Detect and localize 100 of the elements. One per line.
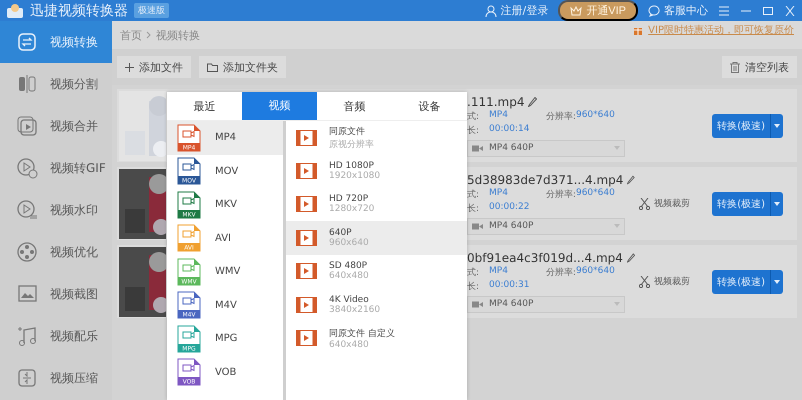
preset-item[interactable]: 640P 960x640 — [286, 221, 467, 255]
caret-icon — [774, 202, 780, 206]
preset-resolution: 1280x720 — [329, 204, 374, 214]
preset-title: HD 1080P — [329, 161, 374, 172]
output-format-select[interactable]: MP4 640P — [467, 296, 625, 312]
caret-icon — [774, 280, 780, 284]
preset-title: 同原文件 自定义 — [329, 328, 395, 340]
split-icon — [16, 73, 38, 95]
add-file-button[interactable]: 添加文件 — [117, 56, 191, 78]
compress-icon — [16, 367, 38, 389]
sidebar-item[interactable]: 视频压缩 — [0, 357, 112, 399]
duration-value: 00:00:14 — [489, 124, 530, 136]
swap-icon — [16, 31, 38, 53]
format-tab[interactable]: 设备 — [392, 92, 467, 120]
sidebar-item[interactable]: 视频配乐 — [0, 315, 112, 357]
sidebar-item[interactable]: 视频转换 — [0, 21, 112, 63]
convert-button[interactable]: 转换(极速) — [712, 192, 770, 216]
trim-link[interactable]: 视频裁剪 — [639, 275, 711, 288]
duration-value: 00:00:22 — [489, 202, 530, 214]
sidebar-item[interactable]: 视频转GIF — [0, 147, 112, 189]
file-name: 0bf91ea4c3f019d...4.mp4 — [467, 250, 623, 264]
music-note-icon — [16, 325, 38, 347]
app-title: 迅捷视频转换器 — [30, 2, 128, 20]
preset-item[interactable]: 同原文件 自定义 640x480 — [286, 321, 467, 355]
convert-button[interactable]: 转换(极速) — [712, 270, 770, 294]
convert-menu-button[interactable] — [770, 270, 783, 294]
gift-icon — [633, 25, 644, 35]
duration-label: 长: — [467, 124, 480, 136]
play-icon — [16, 115, 38, 137]
menu-icon[interactable] — [718, 6, 730, 16]
preset-title: 同原文件 — [329, 126, 366, 138]
format-value: MP4 — [489, 188, 508, 200]
add-folder-button[interactable]: 添加文件夹 — [199, 56, 286, 78]
preset-title: SD 480P — [329, 261, 368, 272]
file-name: 5d38983de7d371...4.mp4 — [467, 172, 624, 186]
scissors-icon — [639, 198, 650, 210]
format-label: 式: — [467, 266, 480, 278]
format-value: MP4 — [489, 266, 508, 278]
preset-item[interactable]: HD 720P 1280x720 — [286, 188, 467, 222]
duration-value: 00:00:31 — [489, 280, 530, 292]
format-label: 式: — [467, 188, 480, 200]
clear-list-button[interactable]: 清空列表 — [722, 56, 797, 78]
preset-title: 640P — [329, 228, 353, 238]
pencil-icon[interactable] — [627, 174, 635, 184]
preset-resolution: 960x640 — [329, 238, 369, 248]
film-reel-icon — [16, 241, 38, 263]
pencil-icon[interactable] — [528, 96, 538, 106]
chevron-icon — [146, 31, 152, 39]
format-label: WMV — [215, 266, 240, 278]
format-label: MPG — [215, 333, 238, 344]
format-value: MP4 — [489, 110, 508, 122]
format-label: MOV — [215, 166, 238, 177]
preset-resolution: 640x480 — [329, 271, 369, 282]
format-label: 式: — [467, 110, 480, 122]
resolution-label: 分辨率: — [546, 266, 576, 278]
film-icon — [296, 230, 317, 246]
resolution-value: 960*640 — [576, 110, 615, 122]
sidebar-item[interactable]: 视频截图 — [0, 273, 112, 315]
format-label: VOB — [215, 366, 236, 378]
user-icon — [484, 4, 497, 16]
convert-menu-button[interactable] — [770, 114, 783, 138]
support-link[interactable]: 客服中心 — [648, 3, 708, 18]
preset-title: 4K Video — [329, 294, 370, 305]
film-icon — [296, 330, 317, 346]
maximize-icon[interactable] — [762, 6, 774, 16]
format-label: AVI — [215, 232, 231, 244]
trim-link[interactable]: 视频裁剪 — [639, 197, 711, 210]
sidebar-item[interactable]: 视频优化 — [0, 231, 112, 273]
preset-item[interactable]: 同原文件 原视分辨率 — [286, 121, 467, 154]
convert-button[interactable]: 转换(极速) — [712, 114, 770, 138]
format-tab[interactable]: 视频 — [242, 92, 317, 120]
close-icon[interactable] — [784, 6, 796, 16]
scissors-icon — [639, 276, 650, 288]
duration-label: 长: — [467, 202, 480, 214]
format-label: MKV — [215, 199, 238, 210]
login-link[interactable]: 注册/登录 — [484, 3, 548, 18]
format-tab[interactable]: 最近 — [167, 92, 242, 120]
film-icon — [296, 263, 317, 280]
preset-item[interactable]: SD 480P 640x480 — [286, 254, 467, 288]
play-circle-icon — [16, 199, 38, 221]
preset-item[interactable]: 4K Video 3840x2160 — [286, 288, 467, 322]
play-circle-icon — [16, 157, 38, 179]
sidebar-item[interactable]: 视频合并 — [0, 105, 112, 147]
film-icon — [296, 296, 317, 313]
sidebar-item[interactable]: 视频分割 — [0, 63, 112, 105]
camera-icon — [472, 222, 483, 230]
output-format-select[interactable]: MP4 640P — [467, 140, 625, 156]
camera-icon — [472, 300, 483, 308]
pencil-icon[interactable] — [626, 252, 635, 262]
preset-item[interactable]: HD 1080P 1920x1080 — [286, 154, 467, 188]
edition-badge: 极速版 — [134, 3, 169, 18]
preset-resolution: 1920x1080 — [329, 171, 380, 182]
convert-menu-button[interactable] — [770, 192, 783, 216]
file-name: .111.mp4 — [467, 94, 524, 108]
output-format-select[interactable]: MP4 640P — [467, 218, 625, 234]
chat-icon — [648, 4, 660, 16]
sidebar-item[interactable]: 视频水印 — [0, 189, 112, 231]
folder-icon — [207, 62, 218, 72]
preset-title: HD 720P — [329, 194, 368, 204]
resolution-value: 960*640 — [576, 266, 615, 278]
